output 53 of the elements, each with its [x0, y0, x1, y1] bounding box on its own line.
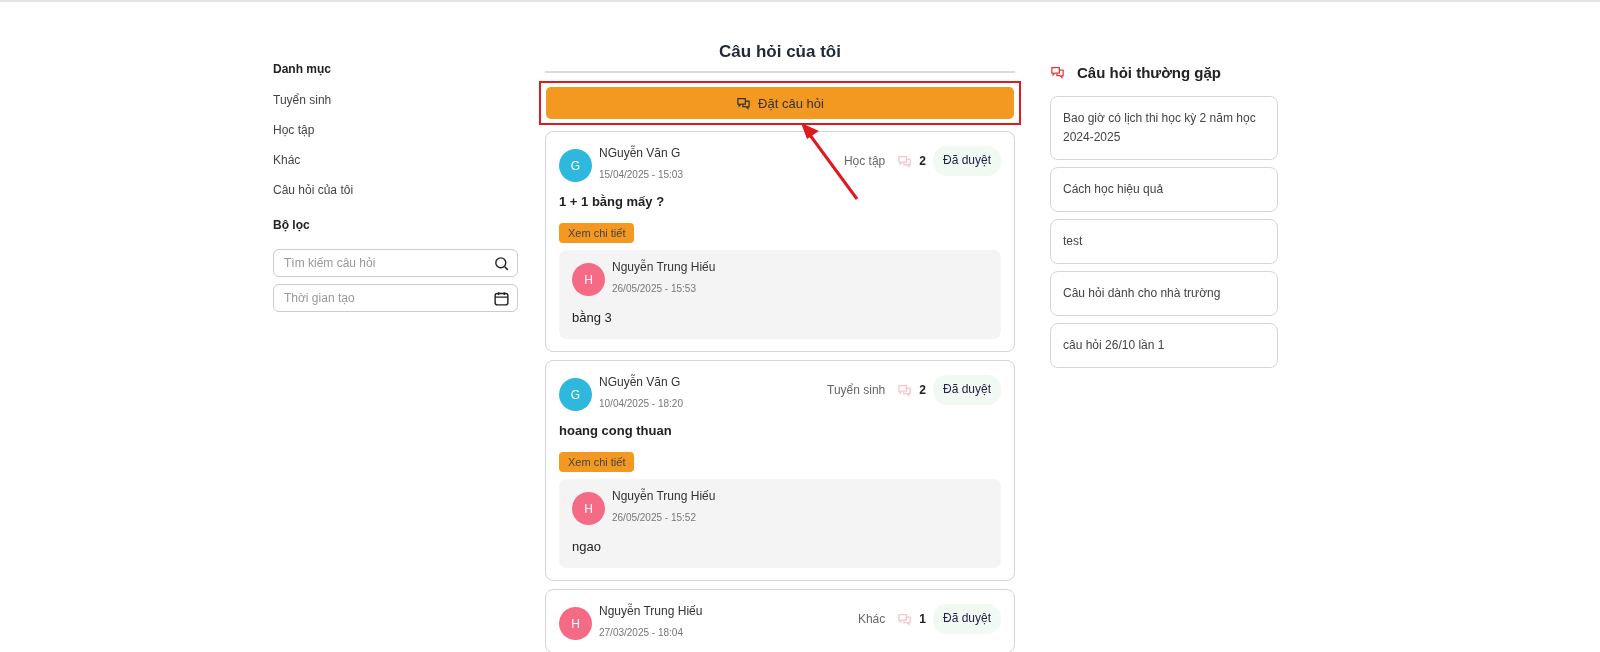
category-label: Tuyển sinh: [827, 383, 886, 397]
comment-count: 2: [919, 154, 926, 168]
post-time: 27/03/2025 - 18:04: [599, 627, 684, 638]
chat-icon: [1050, 65, 1065, 80]
faq-item[interactable]: Cách học hiệu quả: [1050, 167, 1278, 212]
comment-icon: [897, 153, 913, 169]
post-time: 15/04/2025 - 15:03: [599, 169, 683, 180]
category-link[interactable]: Tuyển sinh: [273, 93, 518, 107]
category-heading: Danh mục: [273, 62, 332, 76]
author-name: Nguyễn Trung Hiếu: [599, 604, 703, 618]
post-time: 10/04/2025 - 18:20: [599, 398, 683, 409]
category-label: Học tập: [843, 154, 886, 168]
view-detail-button[interactable]: Xem chi tiết: [559, 223, 635, 243]
chat-icon: [736, 95, 752, 111]
status-badge: Đã duyệt: [932, 375, 1001, 405]
user-avatar: H: [572, 492, 605, 525]
answer-text: ngao: [572, 539, 602, 554]
comment-count: 1: [919, 612, 926, 626]
post-time: 26/05/2025 - 15:53: [612, 283, 697, 294]
status-badge: Đã duyệt: [932, 146, 1001, 176]
date-field[interactable]: Thời gian tạo: [273, 284, 518, 312]
post-time: 26/05/2025 - 15:52: [612, 512, 697, 523]
view-detail-button[interactable]: Xem chi tiết: [559, 452, 635, 472]
user-avatar: H: [572, 263, 605, 296]
status-badge: Đã duyệt: [932, 604, 1001, 634]
category-link[interactable]: Khác: [273, 153, 518, 167]
faq-heading: Câu hỏi thường gặp: [1077, 64, 1221, 81]
search-field[interactable]: Tìm kiếm câu hỏi: [273, 249, 518, 277]
user-avatar: G: [559, 149, 592, 182]
faq-item[interactable]: test: [1050, 219, 1278, 264]
page-title: Câu hỏi của tôi: [718, 42, 842, 62]
user-avatar: H: [559, 607, 592, 640]
answer-text: bằng 3: [572, 310, 613, 325]
question-title: hoang cong thuan: [559, 423, 673, 438]
category-link[interactable]: Câu hỏi của tôi: [273, 183, 518, 197]
comment-icon: [897, 611, 913, 627]
author-name: NGuyễn Văn G: [599, 146, 682, 160]
ask-question-button[interactable]: Đặt câu hỏi: [546, 87, 1014, 119]
faq-item[interactable]: Câu hỏi dành cho nhà trường: [1050, 271, 1278, 316]
category-link[interactable]: Học tập: [273, 123, 518, 137]
comment-icon: [897, 382, 913, 398]
calendar-icon: [493, 290, 510, 307]
author-name: Nguyễn Trung Hiếu: [612, 489, 716, 503]
user-avatar: G: [559, 378, 592, 411]
filter-heading: Bộ lọc: [273, 218, 311, 232]
author-name: Nguyễn Trung Hiếu: [612, 260, 716, 274]
faq-item[interactable]: câu hỏi 26/10 lần 1: [1050, 323, 1278, 368]
search-icon: [493, 255, 510, 272]
question-title: 1 + 1 bằng mấy ?: [559, 194, 666, 209]
faq-item[interactable]: Bao giờ có lịch thi học kỳ 2 năm học 2024-2025: [1050, 96, 1278, 160]
author-name: NGuyễn Văn G: [599, 375, 682, 389]
category-label: Khác: [857, 612, 886, 626]
comment-count: 2: [919, 383, 926, 397]
